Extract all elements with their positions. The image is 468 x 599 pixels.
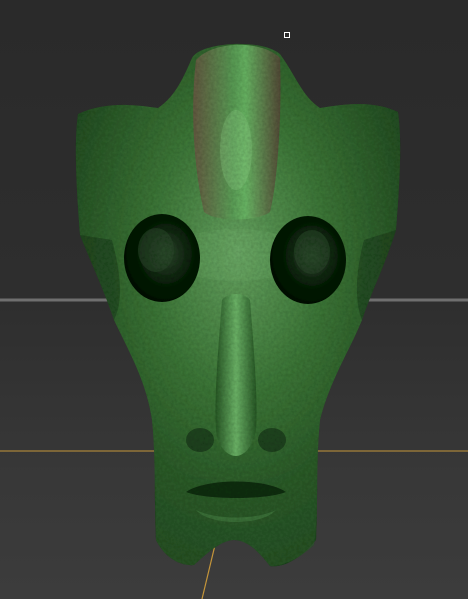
pivot-marker[interactable] [284, 32, 290, 38]
alien-head-model[interactable] [75, 43, 401, 567]
3d-viewport[interactable] [0, 0, 468, 599]
nose [215, 294, 257, 456]
